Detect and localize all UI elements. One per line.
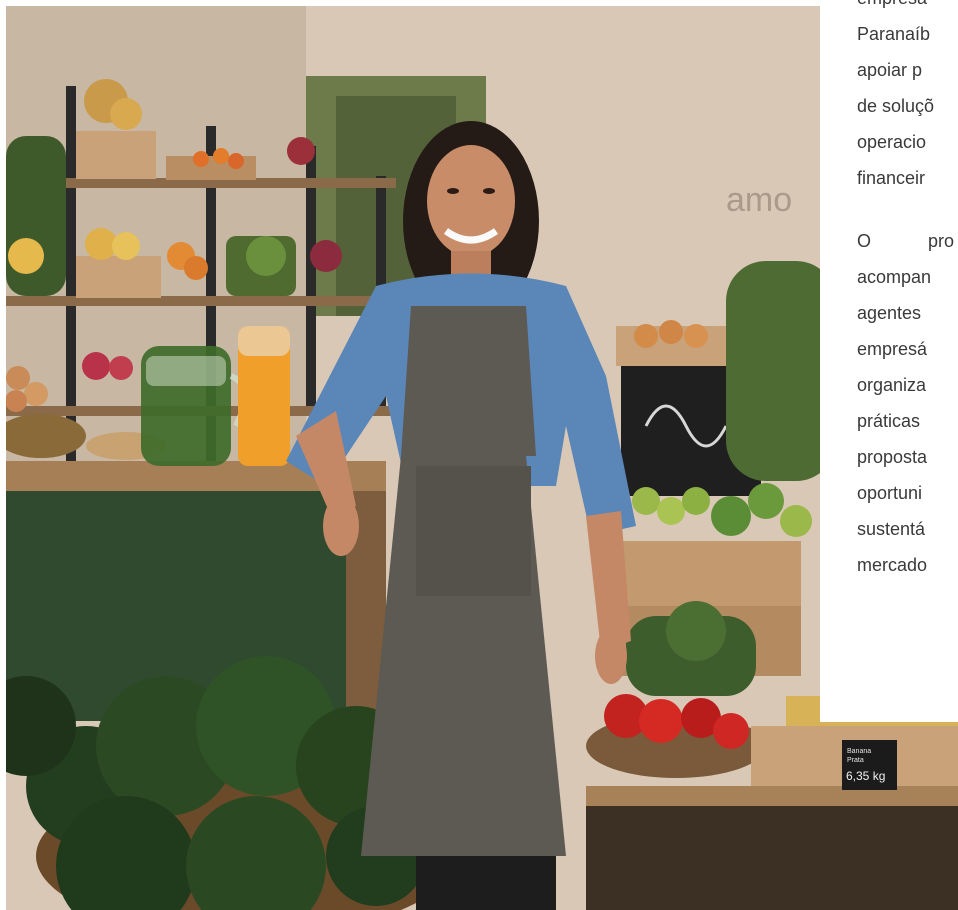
paragraph1-line: apoiar p xyxy=(857,60,923,80)
price-tag-line1: Banana xyxy=(847,748,871,755)
hero-photo: amo Banana Prata 6,35 kg xyxy=(6,6,958,910)
hero-illustration: amo Banana Prata 6,35 kg xyxy=(6,6,958,910)
paragraph1-line: Paranaíb xyxy=(857,24,931,44)
price-tag-price: 6,35 kg xyxy=(846,769,885,783)
paragraph2-first-word: O xyxy=(857,231,872,251)
paragraph1-line: de soluçõ xyxy=(857,96,935,116)
article-text: empresa Paranaíb apoiar p de soluçõ oper… xyxy=(857,0,958,583)
paragraph2-line: sustentá xyxy=(857,519,926,539)
paragraph1-line: financeir xyxy=(857,168,926,188)
article-text-panel: empresa Paranaíb apoiar p de soluçõ oper… xyxy=(820,0,958,722)
paragraph2-line: oportuni xyxy=(857,483,923,503)
paragraph2-first-tail: pro xyxy=(928,231,955,251)
price-tag-line2: Prata xyxy=(847,757,864,764)
paragraph2-line: empresá xyxy=(857,339,928,359)
apron-pocket xyxy=(416,466,531,596)
paragraph2-line: práticas xyxy=(857,411,921,431)
paragraph2-line: agentes xyxy=(857,303,922,323)
wall-sign-text: amo xyxy=(726,181,792,219)
paragraph2-line: mercado xyxy=(857,555,928,575)
paragraph1-line: empresa xyxy=(857,0,958,16)
paragraph2-first-line: Opro xyxy=(857,223,958,259)
paragraph2-line: organiza xyxy=(857,375,927,395)
paragraph2-line: acompan xyxy=(857,267,932,287)
paragraph1-line: operacio xyxy=(857,132,927,152)
paragraph2-line: proposta xyxy=(857,447,928,467)
